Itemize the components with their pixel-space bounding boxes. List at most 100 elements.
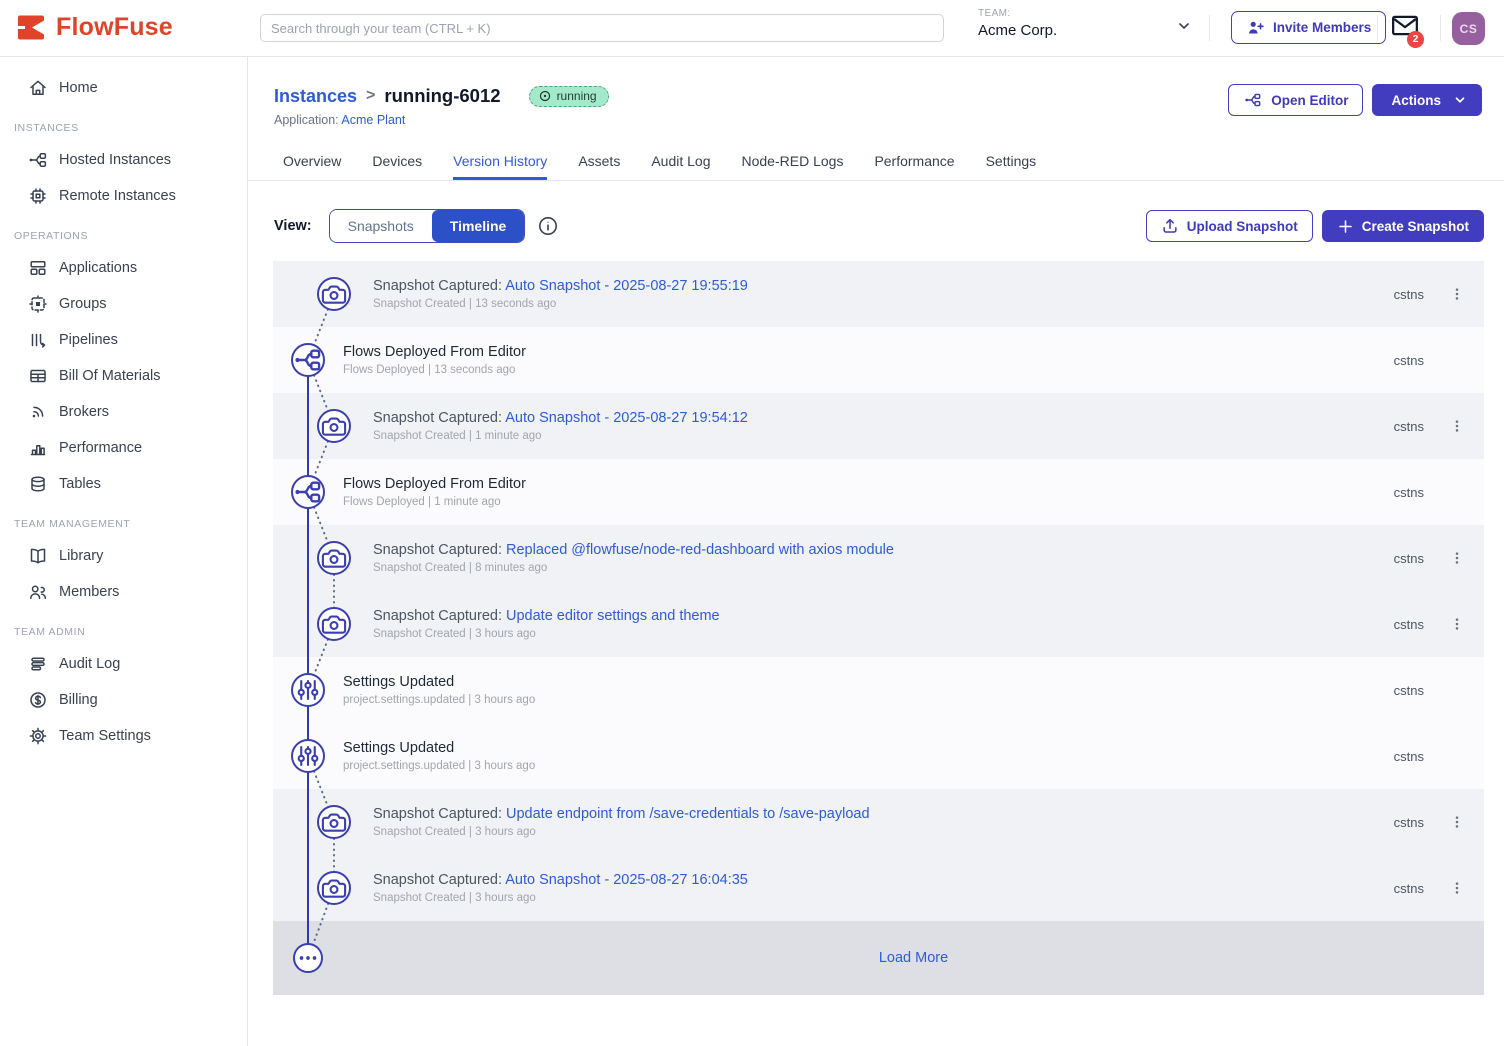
row-options-button[interactable] bbox=[1446, 610, 1468, 638]
header-divider bbox=[1440, 15, 1441, 41]
instance-tabs: Overview Devices Version History Assets Audi… bbox=[248, 142, 1504, 181]
upload-snapshot-label: Upload Snapshot bbox=[1187, 219, 1298, 234]
open-editor-button[interactable]: Open Editor bbox=[1228, 84, 1363, 116]
tab-settings[interactable]: Settings bbox=[986, 142, 1037, 180]
timeline-row: Snapshot Captured: Auto Snapshot - 2025-… bbox=[273, 393, 1484, 459]
sidebar-item-label: Home bbox=[59, 80, 98, 96]
home-icon bbox=[28, 78, 48, 98]
target-icon bbox=[538, 89, 552, 103]
event-user: cstns bbox=[1394, 749, 1424, 764]
sidebar-item-remote-instances[interactable]: Remote Instances bbox=[0, 178, 247, 214]
actions-button[interactable]: Actions bbox=[1372, 84, 1482, 116]
sidebar-item-brokers[interactable]: Brokers bbox=[0, 394, 247, 430]
sidebar-item-audit-log[interactable]: Audit Log bbox=[0, 646, 247, 682]
load-more-button[interactable]: Load More bbox=[879, 950, 948, 966]
snapshot-link[interactable]: Update editor settings and theme bbox=[506, 608, 720, 624]
row-options-button[interactable] bbox=[1446, 412, 1468, 440]
tab-node-red-logs[interactable]: Node-RED Logs bbox=[742, 142, 844, 180]
team-search-input[interactable] bbox=[260, 14, 944, 42]
sidebar-item-members[interactable]: Members bbox=[0, 574, 247, 610]
view-toolbar: View: Snapshots Timeline Upload Snapshot… bbox=[248, 181, 1504, 261]
row-options-button[interactable] bbox=[1446, 808, 1468, 836]
event-user: cstns bbox=[1394, 815, 1424, 830]
view-label: View: bbox=[274, 218, 312, 234]
snapshot-link[interactable]: Auto Snapshot - 2025-08-27 16:04:35 bbox=[505, 872, 748, 888]
tab-version-history[interactable]: Version History bbox=[453, 142, 547, 180]
info-icon[interactable] bbox=[538, 216, 558, 236]
audit-log-icon bbox=[28, 654, 48, 674]
view-toggle-timeline[interactable]: Timeline bbox=[432, 210, 525, 242]
plus-icon bbox=[1337, 218, 1354, 235]
event-user: cstns bbox=[1394, 683, 1424, 698]
create-snapshot-button[interactable]: Create Snapshot bbox=[1322, 210, 1484, 242]
event-user: cstns bbox=[1394, 485, 1424, 500]
notifications-button[interactable]: 2 bbox=[1391, 14, 1421, 40]
sidebar-section-team-admin: TEAM ADMIN bbox=[0, 610, 247, 646]
team-label: TEAM: bbox=[978, 8, 1057, 19]
top-bar: FlowFuse TEAM: Acme Corp. Invite Members… bbox=[0, 0, 1504, 57]
row-options-button[interactable] bbox=[1446, 874, 1468, 902]
event-title-prefix: Snapshot Captured: bbox=[373, 872, 505, 888]
tab-devices[interactable]: Devices bbox=[372, 142, 422, 180]
library-icon bbox=[28, 546, 48, 566]
event-title: Settings Updated bbox=[343, 674, 1394, 690]
tab-assets[interactable]: Assets bbox=[578, 142, 620, 180]
breadcrumb-instances-link[interactable]: Instances bbox=[274, 86, 357, 107]
event-subtitle: Snapshot Created | 3 hours ago bbox=[373, 826, 1394, 838]
sidebar-item-hosted-instances[interactable]: Hosted Instances bbox=[0, 142, 247, 178]
snapshot-link[interactable]: Auto Snapshot - 2025-08-27 19:55:19 bbox=[505, 278, 748, 294]
snapshot-link[interactable]: Replaced @flowfuse/node-red-dashboard wi… bbox=[506, 542, 894, 558]
sidebar-item-bill-of-materials[interactable]: Bill Of Materials bbox=[0, 358, 247, 394]
brokers-icon bbox=[28, 402, 48, 422]
sidebar-section-team-management: TEAM MANAGEMENT bbox=[0, 502, 247, 538]
application-label: Application: bbox=[274, 113, 339, 127]
tab-performance[interactable]: Performance bbox=[874, 142, 954, 180]
sidebar-item-performance[interactable]: Performance bbox=[0, 430, 247, 466]
status-badge: running bbox=[529, 86, 609, 107]
chevron-down-icon bbox=[1453, 93, 1467, 107]
sidebar-item-applications[interactable]: Applications bbox=[0, 250, 247, 286]
flowfuse-logo[interactable]: FlowFuse bbox=[17, 13, 173, 42]
invite-members-button[interactable]: Invite Members bbox=[1231, 11, 1386, 44]
event-subtitle: Flows Deployed | 1 minute ago bbox=[343, 496, 1394, 508]
sidebar-item-label: Brokers bbox=[59, 404, 109, 420]
sidebar-item-label: Remote Instances bbox=[59, 188, 176, 204]
sidebar-item-library[interactable]: Library bbox=[0, 538, 247, 574]
sidebar-item-billing[interactable]: Billing bbox=[0, 682, 247, 718]
groups-icon bbox=[28, 294, 48, 314]
status-badge-label: running bbox=[557, 89, 597, 103]
performance-icon bbox=[28, 438, 48, 458]
sidebar-item-label: Members bbox=[59, 584, 119, 600]
actions-label: Actions bbox=[1387, 93, 1445, 108]
snapshot-link[interactable]: Update endpoint from /save-credentials t… bbox=[506, 806, 870, 822]
snapshot-link[interactable]: Auto Snapshot - 2025-08-27 19:54:12 bbox=[505, 410, 748, 426]
sidebar-item-tables[interactable]: Tables bbox=[0, 466, 247, 502]
sidebar-item-label: Audit Log bbox=[59, 656, 120, 672]
sidebar-item-label: Billing bbox=[59, 692, 98, 708]
event-title-prefix: Snapshot Captured: bbox=[373, 278, 505, 294]
sidebar-item-team-settings[interactable]: Team Settings bbox=[0, 718, 247, 754]
sidebar-item-pipelines[interactable]: Pipelines bbox=[0, 322, 247, 358]
event-title: Snapshot Captured: Replaced @flowfuse/no… bbox=[373, 542, 1394, 558]
event-title-prefix: Snapshot Captured: bbox=[373, 542, 506, 558]
event-user: cstns bbox=[1394, 419, 1424, 434]
event-user: cstns bbox=[1394, 551, 1424, 566]
team-selector[interactable]: TEAM: Acme Corp. bbox=[978, 8, 1057, 39]
timeline-row: Settings Updatedproject.settings.updated… bbox=[273, 657, 1484, 723]
avatar[interactable]: CS bbox=[1452, 12, 1485, 45]
create-snapshot-label: Create Snapshot bbox=[1362, 219, 1469, 234]
tab-audit-log[interactable]: Audit Log bbox=[651, 142, 710, 180]
team-name: Acme Corp. bbox=[978, 22, 1057, 39]
timeline-row: Flows Deployed From EditorFlows Deployed… bbox=[273, 459, 1484, 525]
tab-overview[interactable]: Overview bbox=[283, 142, 341, 180]
application-link[interactable]: Acme Plant bbox=[341, 113, 405, 127]
tables-icon bbox=[28, 474, 48, 494]
sidebar-item-home[interactable]: Home bbox=[0, 70, 247, 106]
row-options-button[interactable] bbox=[1446, 544, 1468, 572]
upload-snapshot-button[interactable]: Upload Snapshot bbox=[1146, 210, 1313, 242]
sidebar-item-groups[interactable]: Groups bbox=[0, 286, 247, 322]
view-toggle-snapshots[interactable]: Snapshots bbox=[330, 210, 432, 242]
chevron-down-icon[interactable] bbox=[1176, 18, 1192, 34]
row-options-button[interactable] bbox=[1446, 280, 1468, 308]
event-title-prefix: Snapshot Captured: bbox=[373, 410, 505, 426]
